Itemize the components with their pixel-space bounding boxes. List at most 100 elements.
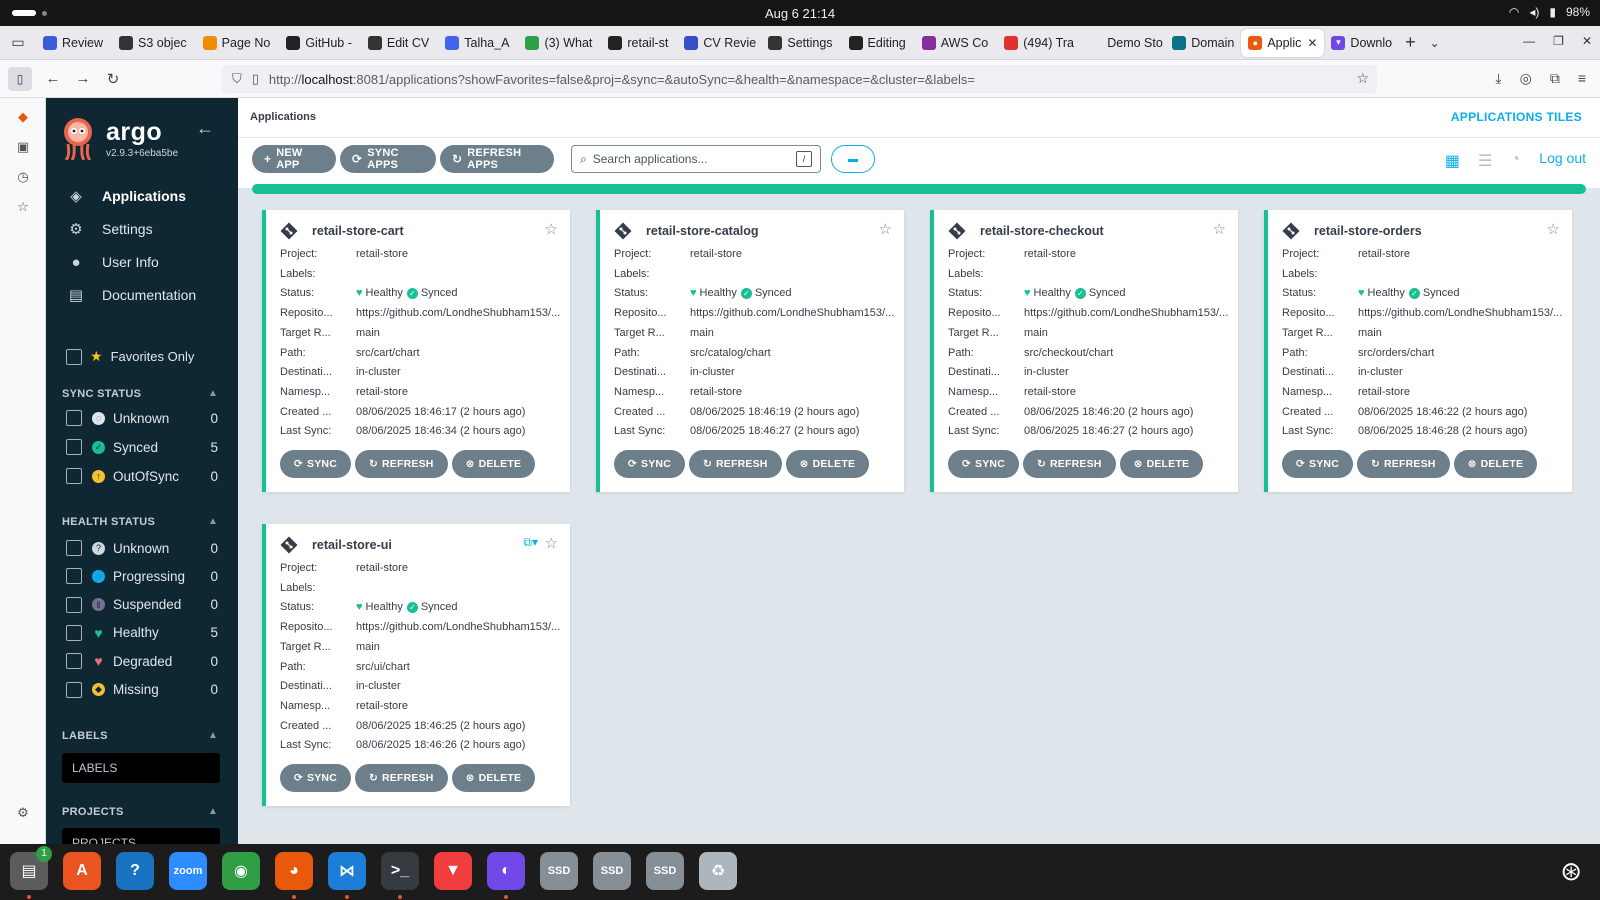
favorite-star-icon[interactable]: ☆ xyxy=(1213,220,1226,238)
application-name[interactable]: retail-store-checkout xyxy=(980,224,1104,238)
sync-button[interactable]: ⟳ SYNC xyxy=(280,450,351,478)
refresh-button[interactable]: ↻ REFRESH xyxy=(354,764,448,792)
filter-checkbox[interactable] xyxy=(66,681,82,698)
external-link-icon[interactable]: ⧉▾ xyxy=(523,535,538,550)
url-bar[interactable]: ⛉ ▯ http://localhost:8081/applications?s… xyxy=(222,65,1377,93)
filter-outofsync[interactable]: ↑ OutOfSync 0 xyxy=(66,468,218,484)
delete-button[interactable]: ⊗ DELETE xyxy=(785,450,870,478)
delete-button[interactable]: ⊗ DELETE xyxy=(451,450,536,478)
extensions-icon[interactable]: ⧉ xyxy=(1550,70,1560,87)
filter-synced[interactable]: ✓ Synced 5 xyxy=(66,439,218,455)
sync-button[interactable]: ⟳ SYNC xyxy=(948,450,1019,478)
help-app-icon[interactable]: ? xyxy=(116,852,154,890)
sidebar-item-user-info[interactable]: ● User Info xyxy=(66,252,158,272)
filter-checkbox[interactable] xyxy=(66,540,82,556)
app-center-icon[interactable]: A xyxy=(63,852,101,890)
projects-filter-input[interactable]: PROJECTS xyxy=(62,828,220,844)
shield-icon[interactable]: ⛉ xyxy=(232,71,242,87)
filter-progressing[interactable]: ◌ Progressing 0 xyxy=(66,568,218,585)
collapse-caret-icon[interactable]: ▲ xyxy=(208,516,218,527)
summary-pie-icon[interactable]: ◔ xyxy=(1510,151,1520,171)
refresh-apps-button[interactable]: ↻ REFRESH APPS xyxy=(440,145,554,173)
ssd-drive-1-icon[interactable]: SSD xyxy=(540,852,578,890)
favorite-star-icon[interactable]: ☆ xyxy=(545,220,558,238)
filter-checkbox[interactable] xyxy=(66,468,82,484)
system-tray[interactable]: ◠ ◂) ▮ 98% xyxy=(1509,5,1590,19)
list-tabs-icon[interactable]: ⌄ xyxy=(1430,36,1440,50)
logout-link[interactable]: Log out xyxy=(1539,150,1586,166)
application-card-retail-store-ui[interactable]: retail-store-ui ☆ ⧉▾ Project: retail-store La… xyxy=(262,524,570,806)
tab-3-what[interactable]: (3) What xyxy=(518,29,599,57)
chrome-app-icon[interactable]: ◉ xyxy=(222,852,260,890)
sync-apps-button[interactable]: ⟳ SYNC APPS xyxy=(340,145,436,173)
refresh-button[interactable]: ↻ REFRESH xyxy=(1022,450,1116,478)
sidebar-item-documentation[interactable]: ▤ Documentation xyxy=(66,285,196,305)
collapse-caret-icon[interactable]: ▲ xyxy=(208,806,218,817)
tab-editing[interactable]: Editing xyxy=(842,29,913,57)
hamburger-menu-icon[interactable]: ≡ xyxy=(1578,70,1586,87)
application-name[interactable]: retail-store-catalog xyxy=(646,224,759,238)
application-name[interactable]: retail-store-cart xyxy=(312,224,404,238)
show-apps-icon[interactable]: ⊛ xyxy=(1560,856,1582,887)
brave-app-icon[interactable]: ▼ xyxy=(434,852,472,890)
bookmark-star-icon[interactable]: ☆ xyxy=(1356,70,1369,87)
tab-domain[interactable]: Domain xyxy=(1165,29,1241,57)
filter-checkbox[interactable] xyxy=(66,596,82,613)
tab-talha-a[interactable]: Talha_A xyxy=(438,29,516,57)
tab-argo-applications[interactable]: ● Applic ✕ xyxy=(1241,28,1325,57)
zoom-app-icon[interactable]: zoom xyxy=(169,852,207,890)
sidebar-toggle-icon[interactable]: ▯ xyxy=(8,66,32,91)
collapse-sidebar-icon[interactable]: ← xyxy=(196,118,214,139)
collapse-caret-icon[interactable]: ▲ xyxy=(208,388,218,399)
bookmarks-icon[interactable]: ☆ xyxy=(0,192,46,222)
tab-demo-store[interactable]: Demo Store xyxy=(1081,29,1163,57)
filter-checkbox[interactable] xyxy=(66,624,82,641)
firefox-app-icon[interactable]: ◕ xyxy=(275,852,313,890)
application-card-retail-store-orders[interactable]: retail-store-orders ☆ Project: retail-store… xyxy=(1264,210,1572,492)
refresh-button[interactable]: ↻ REFRESH xyxy=(688,450,782,478)
filter-degraded[interactable]: ♥ Degraded 0 xyxy=(66,653,218,670)
url-text[interactable]: http://localhost:8081/applications?showF… xyxy=(269,72,975,87)
filter-unknown[interactable]: ◌ Unknown 0 xyxy=(66,410,218,426)
sync-button[interactable]: ⟳ SYNC xyxy=(280,764,351,792)
filter-unknown[interactable]: ? Unknown 0 xyxy=(66,540,218,556)
tab-edit-cv[interactable]: Edit CV xyxy=(361,29,436,57)
history-icon[interactable]: ◷ xyxy=(0,162,46,192)
close-window-icon[interactable]: ✕ xyxy=(1582,34,1592,48)
application-card-retail-store-checkout[interactable]: retail-store-checkout ☆ Project: retail-sto… xyxy=(930,210,1238,492)
gitlab-icon[interactable]: ◆ xyxy=(0,102,46,132)
sync-button[interactable]: ⟳ SYNC xyxy=(614,450,685,478)
close-tab-icon[interactable]: ✕ xyxy=(1307,36,1317,50)
tiles-view-icon[interactable]: ▦ xyxy=(1445,151,1460,171)
customize-sidebar-icon[interactable]: ⚙ xyxy=(0,798,46,828)
filter-checkbox[interactable] xyxy=(66,568,82,585)
filter-checkbox[interactable] xyxy=(66,439,82,455)
application-name[interactable]: retail-store-orders xyxy=(1314,224,1422,238)
tab-review[interactable]: Review xyxy=(36,29,110,57)
delete-button[interactable]: ⊗ DELETE xyxy=(1453,450,1538,478)
reload-icon[interactable]: ↻ xyxy=(98,70,128,88)
application-card-retail-store-catalog[interactable]: retail-store-catalog ☆ Project: retail-stor… xyxy=(596,210,904,492)
search-applications-input[interactable]: ⌕ Search applications... / xyxy=(571,145,821,173)
minimize-icon[interactable]: — xyxy=(1523,34,1535,48)
list-view-icon[interactable]: ☰ xyxy=(1478,151,1492,171)
collapse-caret-icon[interactable]: ▲ xyxy=(208,730,218,741)
filter-checkbox[interactable] xyxy=(66,653,82,670)
terminal-app-icon[interactable]: >_ xyxy=(381,852,419,890)
tab-retail-st[interactable]: retail-st xyxy=(601,29,675,57)
favorites-only-filter[interactable]: ★ Favorites Only xyxy=(66,348,194,365)
delete-button[interactable]: ⊗ DELETE xyxy=(451,764,536,792)
tab-settings[interactable]: Settings xyxy=(761,29,839,57)
tab-494-tra[interactable]: (494) Tra xyxy=(997,29,1079,57)
tab-s3-objec[interactable]: S3 objec xyxy=(112,29,194,57)
system-clock[interactable]: Aug 6 21:14 xyxy=(0,6,1600,21)
ssd-drive-2-icon[interactable]: SSD xyxy=(593,852,631,890)
tab-cv-revie[interactable]: CV Revie xyxy=(677,29,759,57)
application-card-retail-store-cart[interactable]: retail-store-cart ☆ Project: retail-store La… xyxy=(262,210,570,492)
filters-toggle-button[interactable]: ▬ xyxy=(831,145,875,173)
favorite-star-icon[interactable]: ☆ xyxy=(879,220,892,238)
ghost-app-icon[interactable]: ◐ xyxy=(487,852,525,890)
new-app-button[interactable]: + NEW APP xyxy=(252,145,336,173)
filter-checkbox[interactable] xyxy=(66,410,82,426)
favorites-checkbox[interactable] xyxy=(66,348,82,365)
